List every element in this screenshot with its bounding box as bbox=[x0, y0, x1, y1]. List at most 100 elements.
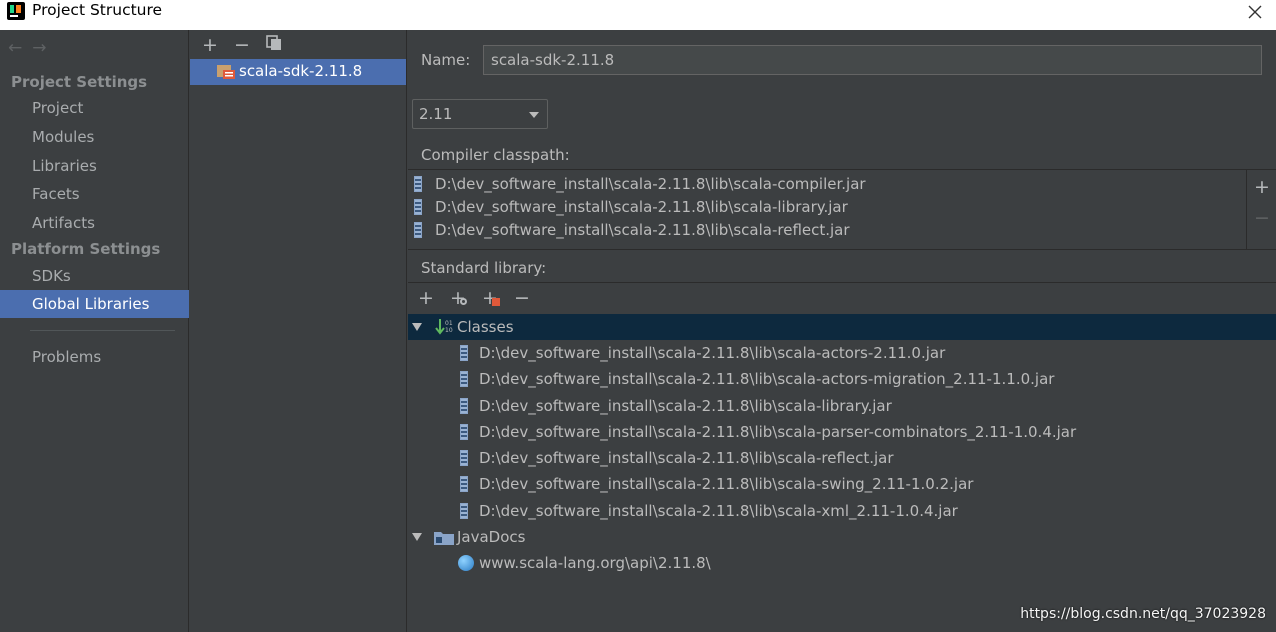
nav-item-artifacts[interactable]: Artifacts bbox=[0, 209, 189, 237]
scala-version-value: 2.11 bbox=[419, 105, 453, 123]
add-library-button[interactable]: + bbox=[200, 35, 220, 55]
forward-button[interactable]: → bbox=[32, 38, 46, 58]
triangle-down-icon[interactable] bbox=[412, 533, 422, 541]
javadocs-label: JavaDocs bbox=[457, 528, 526, 546]
nav-item-facets[interactable]: Facets bbox=[0, 180, 189, 208]
title-bar: Project Structure bbox=[0, 0, 1276, 30]
scala-version-select[interactable]: 2.11 bbox=[412, 99, 548, 129]
divider bbox=[408, 282, 1276, 283]
arrow-right-icon: → bbox=[32, 38, 47, 58]
jar-icon bbox=[460, 371, 468, 387]
chevron-down-icon bbox=[529, 112, 539, 118]
remove-root-button[interactable]: − bbox=[512, 288, 532, 308]
jar-icon bbox=[460, 398, 468, 414]
list-item[interactable]: D:\dev_software_install\scala-2.11.8\lib… bbox=[414, 196, 848, 218]
tree-node-classes[interactable]: 01 10 Classes bbox=[408, 314, 1276, 340]
list-item: D:\dev_software_install\scala-2.11.8\lib… bbox=[460, 475, 973, 493]
classes-icon: 0110 bbox=[435, 319, 453, 335]
platform-settings-heading: Platform Settings bbox=[11, 240, 161, 258]
classes-label: Classes bbox=[457, 318, 514, 336]
standard-library-toolbar: + + + − bbox=[416, 288, 532, 308]
minus-icon: − bbox=[1254, 207, 1270, 229]
list-item: D:\dev_software_install\scala-2.11.8\lib… bbox=[460, 370, 1054, 388]
name-input[interactable] bbox=[483, 45, 1262, 75]
class-root-entry: D:\dev_software_install\scala-2.11.8\lib… bbox=[479, 475, 974, 493]
nav-item-problems[interactable]: Problems bbox=[0, 343, 189, 371]
list-item: D:\dev_software_install\scala-2.11.8\lib… bbox=[460, 344, 945, 362]
tree-row[interactable]: D:\dev_software_install\scala-2.11.8\lib… bbox=[408, 340, 1276, 366]
add-root-button[interactable]: + bbox=[416, 288, 436, 308]
tree-row[interactable]: D:\dev_software_install\scala-2.11.8\lib… bbox=[408, 419, 1276, 445]
jar-icon bbox=[460, 450, 468, 466]
nav-item-project[interactable]: Project bbox=[0, 94, 189, 122]
jar-icon bbox=[414, 222, 422, 238]
add-with-config-button[interactable]: + bbox=[448, 288, 468, 308]
project-settings-heading: Project Settings bbox=[11, 73, 148, 91]
plus-icon: + bbox=[418, 287, 434, 309]
minus-icon: − bbox=[234, 34, 250, 56]
jar-icon bbox=[460, 476, 468, 492]
add-jar-button[interactable]: + bbox=[480, 288, 500, 308]
tree-row[interactable]: D:\dev_software_install\scala-2.11.8\lib… bbox=[408, 498, 1276, 524]
watermark: https://blog.csdn.net/qq_37023928 bbox=[1020, 606, 1266, 622]
globe-icon bbox=[458, 555, 474, 571]
library-icon bbox=[217, 65, 235, 79]
list-item[interactable]: D:\dev_software_install\scala-2.11.8\lib… bbox=[414, 173, 866, 195]
nav-item-modules[interactable]: Modules bbox=[0, 123, 189, 151]
nav-item-sdks[interactable]: SDKs bbox=[0, 262, 189, 290]
jar-icon bbox=[460, 345, 468, 361]
library-roots-tree[interactable]: 01 10 Classes D:\dev_software_install\sca… bbox=[408, 313, 1276, 632]
library-item-scala-sdk[interactable]: scala-sdk-2.11.8 bbox=[190, 59, 406, 85]
nav-history: ← → bbox=[8, 38, 47, 58]
copy-icon bbox=[266, 35, 281, 50]
list-item: D:\dev_software_install\scala-2.11.8\lib… bbox=[460, 423, 1076, 441]
tree-row[interactable]: D:\dev_software_install\scala-2.11.8\lib… bbox=[408, 366, 1276, 392]
folder-icon bbox=[434, 532, 454, 545]
jar-icon bbox=[460, 503, 468, 519]
triangle-down-icon[interactable] bbox=[412, 323, 422, 331]
list-item: D:\dev_software_install\scala-2.11.8\lib… bbox=[460, 449, 894, 467]
tree-row[interactable]: D:\dev_software_install\scala-2.11.8\lib… bbox=[408, 393, 1276, 419]
compiler-classpath-label: Compiler classpath: bbox=[421, 146, 570, 164]
library-item-label: scala-sdk-2.11.8 bbox=[239, 62, 363, 80]
plus-icon: + bbox=[1254, 176, 1270, 198]
library-list-panel: + − scala-sdk-2.11.8 bbox=[190, 30, 407, 632]
tree-row[interactable]: D:\dev_software_install\scala-2.11.8\lib… bbox=[408, 445, 1276, 471]
back-button[interactable]: ← bbox=[8, 38, 22, 58]
plus-icon: + bbox=[202, 34, 218, 56]
class-root-entry: D:\dev_software_install\scala-2.11.8\lib… bbox=[479, 502, 958, 520]
jar-badge-icon bbox=[492, 298, 500, 306]
tree-row[interactable]: www.scala-lang.org\api\2.11.8\ bbox=[408, 550, 1276, 576]
class-root-entry: D:\dev_software_install\scala-2.11.8\lib… bbox=[479, 344, 946, 362]
remove-library-button[interactable]: − bbox=[232, 35, 252, 55]
tree-row[interactable]: D:\dev_software_install\scala-2.11.8\lib… bbox=[408, 471, 1276, 497]
compiler-classpath-list[interactable]: D:\dev_software_install\scala-2.11.8\lib… bbox=[408, 169, 1246, 250]
intellij-logo-icon bbox=[7, 2, 25, 20]
name-label: Name: bbox=[421, 51, 471, 69]
list-item[interactable]: D:\dev_software_install\scala-2.11.8\lib… bbox=[414, 219, 850, 241]
class-root-entry: D:\dev_software_install\scala-2.11.8\lib… bbox=[479, 397, 892, 415]
classpath-entry: D:\dev_software_install\scala-2.11.8\lib… bbox=[435, 175, 866, 193]
nav-item-libraries[interactable]: Libraries bbox=[0, 152, 189, 180]
arrow-left-icon: ← bbox=[8, 38, 23, 58]
list-item: D:\dev_software_install\scala-2.11.8\lib… bbox=[460, 502, 958, 520]
javadoc-url: www.scala-lang.org\api\2.11.8\ bbox=[479, 554, 711, 572]
settings-nav: ← → Project Settings Project Modules Lib… bbox=[0, 30, 189, 632]
add-classpath-button[interactable]: + bbox=[1252, 177, 1272, 197]
close-window-button[interactable] bbox=[1243, 0, 1267, 24]
remove-classpath-button[interactable]: − bbox=[1252, 208, 1272, 228]
svg-text:01: 01 bbox=[445, 320, 453, 327]
classpath-entry: D:\dev_software_install\scala-2.11.8\lib… bbox=[435, 221, 850, 239]
jar-icon bbox=[414, 199, 422, 215]
classpath-entry: D:\dev_software_install\scala-2.11.8\lib… bbox=[435, 198, 848, 216]
standard-library-label: Standard library: bbox=[421, 259, 547, 277]
minus-icon: − bbox=[514, 287, 530, 309]
nav-divider bbox=[30, 330, 175, 331]
copy-library-button[interactable] bbox=[264, 34, 284, 56]
class-root-entry: D:\dev_software_install\scala-2.11.8\lib… bbox=[479, 423, 1077, 441]
library-list-toolbar: + − bbox=[200, 34, 284, 56]
classpath-toolbar: + − bbox=[1246, 169, 1276, 250]
tree-node-javadocs[interactable]: JavaDocs bbox=[408, 524, 1276, 550]
nav-item-global-libraries[interactable]: Global Libraries bbox=[0, 290, 189, 318]
jar-icon bbox=[460, 424, 468, 440]
